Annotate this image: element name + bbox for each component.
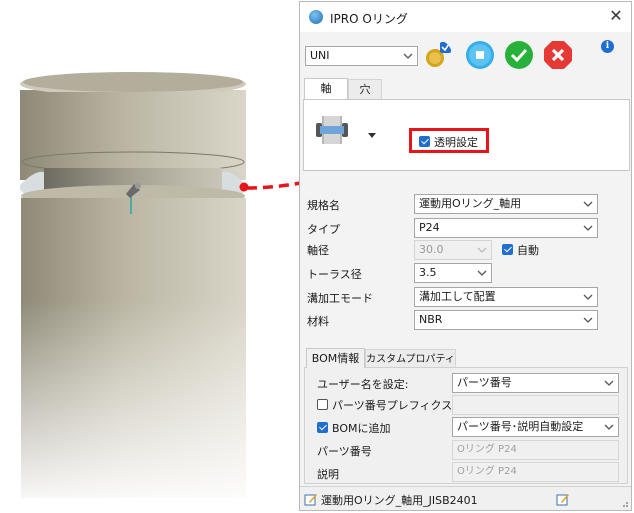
chevron-down-icon bbox=[583, 294, 593, 300]
title-bar: IPRO Oリング ✕ bbox=[300, 2, 631, 32]
auto-label: 自動 bbox=[517, 244, 539, 257]
username-label: ユーザー名を設定: bbox=[317, 378, 409, 391]
close-icon[interactable]: ✕ bbox=[605, 5, 627, 27]
material-value: NBR bbox=[419, 313, 443, 326]
transparency-label: 透明設定 bbox=[434, 136, 478, 149]
add-bom-label: BOMに追加 bbox=[332, 422, 391, 435]
description-field: Oリング P24 bbox=[452, 462, 619, 482]
stop-icon[interactable] bbox=[465, 40, 495, 70]
username-value: パーツ番号 bbox=[457, 376, 512, 389]
shaft-diameter-label: 軸径 bbox=[307, 244, 329, 257]
cancel-icon[interactable] bbox=[543, 40, 573, 70]
chevron-down-icon bbox=[583, 201, 593, 207]
add-bom-value: パーツ番号･説明自動設定 bbox=[457, 420, 584, 433]
shaft-diameter-value: 30.0 bbox=[419, 243, 444, 256]
chevron-down-icon bbox=[583, 225, 593, 231]
chevron-down-icon bbox=[477, 270, 487, 276]
description-label: 説明 bbox=[317, 468, 339, 481]
type-label: タイプ bbox=[307, 223, 340, 236]
chevron-down-icon bbox=[477, 247, 487, 253]
check-icon[interactable] bbox=[504, 40, 534, 70]
tab-custom-properties[interactable]: カスタムプロパティ bbox=[365, 349, 456, 368]
oring-preview-icon[interactable] bbox=[314, 114, 350, 146]
dropdown-arrow-icon[interactable] bbox=[368, 133, 376, 139]
status-text: 運動用Oリング_軸用_JISB2401 bbox=[321, 494, 478, 507]
edit-icon[interactable] bbox=[556, 492, 570, 506]
template-value: UNI bbox=[310, 49, 330, 62]
edit-icon[interactable] bbox=[304, 492, 318, 506]
tab-bom-info-label: BOM情報 bbox=[311, 352, 360, 365]
shaft-panel: 透明設定 bbox=[303, 99, 630, 171]
status-bar: 運動用Oリング_軸用_JISB2401 bbox=[300, 486, 631, 510]
chevron-down-icon bbox=[604, 380, 614, 386]
transparency-checkbox[interactable] bbox=[419, 136, 430, 147]
prefix-input bbox=[452, 395, 619, 415]
groove-mode-value: 溝加工して配置 bbox=[419, 290, 496, 303]
part-number-label: パーツ番号 bbox=[317, 445, 372, 458]
spec-label: 規格名 bbox=[307, 199, 340, 212]
app-icon bbox=[309, 10, 323, 24]
chevron-down-icon bbox=[583, 317, 593, 323]
material-label: 材料 bbox=[307, 315, 329, 328]
resize-grip-icon[interactable] bbox=[619, 498, 629, 508]
template-select[interactable]: UNI bbox=[305, 46, 418, 66]
model-viewport[interactable] bbox=[0, 0, 300, 513]
prefix-checkbox[interactable] bbox=[317, 399, 328, 410]
torus-value: 3.5 bbox=[419, 266, 437, 279]
part-number-field: Oリング P24 bbox=[452, 440, 619, 460]
tab-shaft[interactable]: 軸 bbox=[304, 78, 348, 99]
bom-panel: ユーザー名を設定: パーツ番号 パーツ番号プレフィクス BOMに追加 パーツ番号… bbox=[304, 367, 628, 484]
properties-section: 規格名 運動用Oリング_軸用 タイプ P24 軸径 30.0 自動 トーラス径 … bbox=[304, 192, 630, 336]
username-select[interactable]: パーツ番号 bbox=[452, 373, 619, 393]
groove-mode-label: 溝加工モード bbox=[307, 292, 373, 305]
dialog-title: IPRO Oリング bbox=[330, 12, 408, 26]
tab-hole[interactable]: 穴 bbox=[348, 79, 382, 100]
tab-bom-info[interactable]: BOM情報 bbox=[306, 348, 365, 368]
prefix-label: パーツ番号プレフィクス bbox=[332, 399, 453, 412]
torus-select[interactable]: 3.5 bbox=[414, 263, 492, 283]
wizard-icon[interactable] bbox=[422, 40, 452, 70]
material-select[interactable]: NBR bbox=[414, 310, 598, 330]
chevron-down-icon bbox=[604, 424, 614, 430]
type-select[interactable]: P24 bbox=[414, 218, 598, 238]
transparency-highlight: 透明設定 bbox=[409, 128, 489, 153]
spec-value: 運動用Oリング_軸用 bbox=[419, 197, 522, 210]
groove-mode-select[interactable]: 溝加工して配置 bbox=[414, 287, 598, 307]
add-bom-select[interactable]: パーツ番号･説明自動設定 bbox=[452, 417, 619, 437]
add-bom-checkbox[interactable] bbox=[317, 422, 328, 433]
tab-hole-label: 穴 bbox=[359, 83, 371, 96]
info-icon[interactable]: i bbox=[601, 40, 614, 53]
tab-shaft-label: 軸 bbox=[320, 82, 332, 95]
oring-dialog: IPRO Oリング ✕ UNI i 軸 穴 透明設定 規格名 運動用Oリング_軸… bbox=[299, 1, 632, 511]
tab-custom-properties-label: カスタムプロパティ bbox=[366, 354, 455, 365]
spec-select[interactable]: 運動用Oリング_軸用 bbox=[414, 194, 598, 214]
chevron-down-icon bbox=[403, 53, 413, 59]
auto-checkbox[interactable] bbox=[502, 244, 513, 255]
type-value: P24 bbox=[419, 221, 440, 234]
shaft-diameter-select: 30.0 bbox=[414, 240, 492, 260]
torus-label: トーラス径 bbox=[307, 268, 362, 281]
